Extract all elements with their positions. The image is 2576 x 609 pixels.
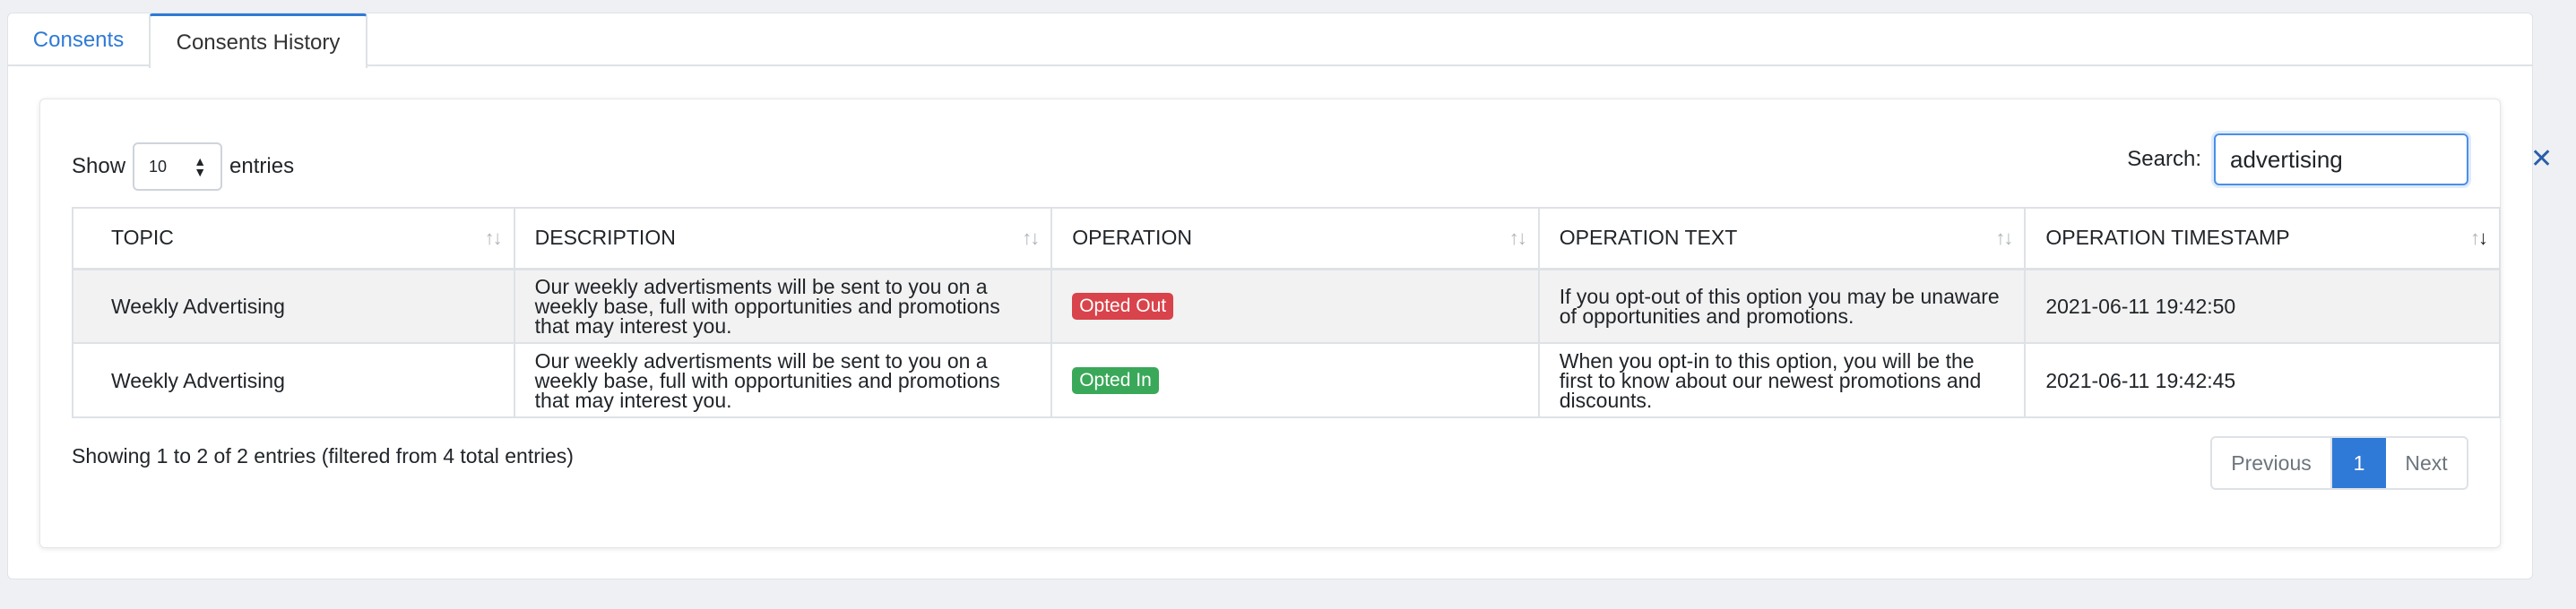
table-info: Showing 1 to 2 of 2 entries (filtered fr… [72,444,574,467]
consents-history-card: Show 10 ▲▼ entries Search: ✕ TOPIC↑↓ DES… [39,99,2553,548]
tab-consents-history[interactable]: Consents History [149,13,367,68]
column-header-operation[interactable]: OPERATION ↑↓ [1050,207,1540,270]
sort-desc-icon: ↑↓ [2470,226,2488,249]
entries-label: entries [229,154,295,178]
cell-description: Our weekly advertisments will be sent to… [513,342,1053,418]
consents-history-table: TOPIC ↑↓ DESCRIPTION ↑↓ OPERATION ↑↓ OPERAT… [72,207,2501,418]
cell-operation: Opted Out [1050,268,1540,344]
cell-operation-text: If you opt-out of this option you may be… [1537,268,2027,344]
entries-per-page-select[interactable]: 10 ▲ ▼ [133,142,223,191]
sort-icon: ↑↓ [484,226,503,249]
search-label: Search: [2127,147,2201,171]
search-input[interactable] [2230,145,2530,174]
search-control: Search: ✕ [2127,133,2553,185]
status-badge: Opted Out [1072,292,1174,320]
sort-icon: ↑↓ [1995,226,2013,249]
sort-icon: ↑↓ [1022,226,1040,249]
table-row: Weekly Advertising Our weekly advertisme… [72,342,2501,418]
entries-per-page-value: 10 [149,157,168,176]
next-page-button[interactable]: Next [2386,438,2467,488]
column-header-description[interactable]: DESCRIPTION ↑↓ [513,207,1053,270]
sort-icon: ↑↓ [1508,226,1527,249]
search-box: ✕ [2214,133,2553,185]
cell-timestamp: 2021-06-11 19:42:45 [2024,342,2501,418]
tab-bar: Consents Consents History [8,13,2532,68]
cell-operation: Opted In [1050,342,1540,418]
pagination: Previous 1 Next [2210,436,2468,490]
column-header-operation-text[interactable]: OPERATION TEXT ↑↓ [1537,207,2027,270]
column-header-operation-timestamp[interactable]: OPERATION TIMESTAMP ↑↓ [2024,207,2501,270]
show-label: Show [72,154,126,178]
cell-topic: Weekly Advertising [72,342,515,418]
status-badge: Opted In [1072,366,1159,394]
table-row: Weekly Advertising Our weekly advertisme… [72,268,2501,344]
table-header-row: TOPIC ↑↓ DESCRIPTION ↑↓ OPERATION ↑↓ OPERAT… [72,207,2501,270]
cell-description: Our weekly advertisments will be sent to… [513,268,1053,344]
page-1-button[interactable]: 1 [2332,438,2386,488]
column-header-topic[interactable]: TOPIC ↑↓ [72,207,515,270]
select-arrows-icon: ▲ ▼ [194,154,207,179]
clear-search-icon[interactable]: ✕ [2530,146,2553,173]
tab-consents[interactable]: Consents [8,13,149,66]
entries-length-control: Show 10 ▲ ▼ entries [72,142,294,191]
main-panel: Consents Consents History Show 10 ▲ ▼ ent… [7,13,2553,579]
cell-timestamp: 2021-06-11 19:42:50 [2024,268,2501,344]
cell-operation-text: When you opt-in to this option, you will… [1537,342,2027,418]
previous-page-button[interactable]: Previous [2212,438,2332,488]
cell-topic: Weekly Advertising [72,268,515,344]
